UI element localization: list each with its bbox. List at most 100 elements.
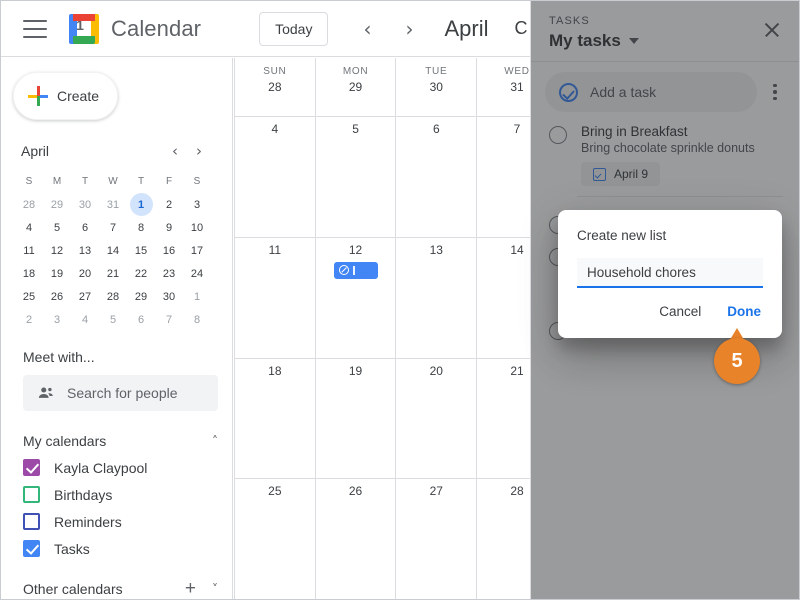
chevron-up-icon[interactable]: ˄	[212, 434, 218, 448]
mini-calendar-day[interactable]: 7	[99, 216, 127, 239]
calendar-checkbox[interactable]	[23, 540, 40, 557]
mini-calendar-day[interactable]: 4	[15, 216, 43, 239]
mini-calendar-day[interactable]: 30	[155, 285, 183, 308]
calendar-checkbox[interactable]	[23, 513, 40, 530]
grid-header-dow: WED	[504, 66, 530, 77]
calendar-label: Reminders	[54, 513, 122, 530]
mini-calendar-day[interactable]: 2	[155, 193, 183, 216]
mini-calendar-day[interactable]: 23	[155, 262, 183, 285]
done-button[interactable]: Done	[727, 304, 761, 319]
mini-calendar-day[interactable]: 24	[183, 262, 211, 285]
mini-calendar-day[interactable]: 19	[43, 262, 71, 285]
mini-calendar-day[interactable]: 10	[183, 216, 211, 239]
my-calendars-header[interactable]: My calendars ˄	[23, 433, 218, 449]
mini-calendar-dow: T	[137, 176, 145, 187]
calendar-checkbox[interactable]	[23, 459, 40, 476]
mini-calendar-day[interactable]: 11	[15, 239, 43, 262]
mini-calendar-day[interactable]: 25	[15, 285, 43, 308]
dialog-title: Create new list	[577, 228, 667, 243]
chevron-down-icon[interactable]: ˅	[212, 582, 218, 596]
mini-calendar-day[interactable]: 29	[127, 285, 155, 308]
topbar-truncated-text: C	[514, 18, 528, 38]
day-cell[interactable]: 4	[234, 117, 315, 237]
mini-calendar-day[interactable]: 5	[43, 216, 71, 239]
hamburger-menu-icon[interactable]	[23, 19, 47, 38]
mini-calendar-day[interactable]: 12	[43, 239, 71, 262]
mini-calendar-day[interactable]: 5	[99, 308, 127, 331]
mini-calendar-dow: F	[165, 176, 173, 187]
mini-calendar-day[interactable]: 1	[129, 193, 153, 216]
mini-calendar-month: April	[21, 143, 50, 159]
day-cell[interactable]: 5	[314, 117, 396, 237]
step-marker-number: 5	[731, 349, 743, 372]
mini-calendar-day[interactable]: 21	[99, 262, 127, 285]
day-cell[interactable]: 27	[395, 479, 476, 599]
day-cell[interactable]: 12	[314, 237, 396, 358]
add-other-calendar-icon[interactable]: +	[185, 579, 196, 598]
search-people-placeholder: Search for people	[67, 385, 178, 401]
other-calendars-header[interactable]: Other calendars + ˅	[23, 579, 218, 598]
create-new-list-dialog: Create new list Household chores Cancel …	[558, 210, 782, 338]
mini-calendar-day[interactable]: 17	[183, 239, 211, 262]
day-number: 19	[348, 363, 363, 378]
mini-calendar-day[interactable]: 3	[43, 308, 71, 331]
mini-calendar-day[interactable]: 2	[15, 308, 43, 331]
search-people-input[interactable]: Search for people	[23, 375, 218, 411]
mini-calendar-day[interactable]: 14	[99, 239, 127, 262]
mini-calendar-prev-button[interactable]: ‹	[163, 139, 187, 163]
grid-header-cell[interactable]: SUN 28	[234, 58, 315, 116]
mini-calendar-day[interactable]: 8	[183, 308, 211, 331]
mini-calendar-day[interactable]: 29	[43, 193, 71, 216]
grid-header-cell[interactable]: MON 29	[314, 58, 396, 116]
mini-calendar-day[interactable]: 15	[127, 239, 155, 262]
mini-calendar-next-button[interactable]: ›	[187, 139, 211, 163]
mini-calendar-day[interactable]: 9	[155, 216, 183, 239]
mini-calendar-day[interactable]: 22	[127, 262, 155, 285]
day-cell[interactable]: 20	[395, 358, 476, 479]
mini-calendar-day[interactable]: 7	[155, 308, 183, 331]
calendar-list-item[interactable]: Kayla Claypool	[23, 459, 232, 476]
day-cell[interactable]: 19	[314, 358, 396, 479]
mini-calendar-day[interactable]: 1	[183, 285, 211, 308]
mini-calendar-day[interactable]: 13	[71, 239, 99, 262]
mini-calendar-day[interactable]: 3	[183, 193, 211, 216]
mini-calendar-dow: T	[81, 176, 89, 187]
calendar-list-item[interactable]: Birthdays	[23, 486, 232, 503]
previous-month-button[interactable]: ‹	[350, 12, 384, 46]
mini-calendar-day[interactable]: 27	[71, 285, 99, 308]
cancel-button[interactable]: Cancel	[659, 304, 701, 319]
mini-calendar-day[interactable]: 18	[15, 262, 43, 285]
mini-calendar-day[interactable]: 26	[43, 285, 71, 308]
day-cell[interactable]: 25	[234, 479, 315, 599]
mini-calendar-day[interactable]: 28	[15, 193, 43, 216]
calendar-checkbox[interactable]	[23, 486, 40, 503]
day-cell[interactable]: 18	[234, 358, 315, 479]
calendar-list-item[interactable]: Reminders	[23, 513, 232, 530]
mini-calendar-grid: S M T W T F S 28 29 30 31 1 2 3 4 5 6 7 8 9 10 11 12 13 14 15 16 17…	[15, 170, 211, 331]
list-name-input[interactable]: Household chores	[577, 258, 763, 288]
day-cell[interactable]: 6	[395, 117, 476, 237]
mini-calendar-day[interactable]: 4	[71, 308, 99, 331]
mini-calendar-day[interactable]: 16	[155, 239, 183, 262]
grid-header-date: 30	[429, 80, 443, 94]
mini-calendar-day[interactable]: 31	[99, 193, 127, 216]
app-title: Calendar	[111, 15, 202, 41]
next-month-button[interactable]: ›	[392, 12, 426, 46]
mini-calendar-day[interactable]: 6	[71, 216, 99, 239]
mini-calendar-day[interactable]: 6	[127, 308, 155, 331]
calendar-list-item[interactable]: Tasks	[23, 540, 232, 557]
today-button[interactable]: Today	[259, 11, 329, 46]
grid-header-cell[interactable]: TUE 30	[395, 58, 476, 116]
mini-calendar-day[interactable]: 30	[71, 193, 99, 216]
mini-calendar-day[interactable]: 20	[71, 262, 99, 285]
day-cell[interactable]: 11	[234, 237, 315, 358]
mini-calendar-day[interactable]: 28	[99, 285, 127, 308]
grid-header-dow: TUE	[425, 66, 448, 77]
mini-calendar-day[interactable]: 8	[127, 216, 155, 239]
day-cell[interactable]: 26	[314, 479, 396, 599]
create-button[interactable]: Create	[13, 72, 118, 120]
day-cell[interactable]: 13	[395, 237, 476, 358]
mini-calendar-dow: S	[25, 176, 33, 187]
grid-header-dow: SUN	[263, 66, 287, 77]
task-event-chip[interactable]	[333, 261, 378, 279]
